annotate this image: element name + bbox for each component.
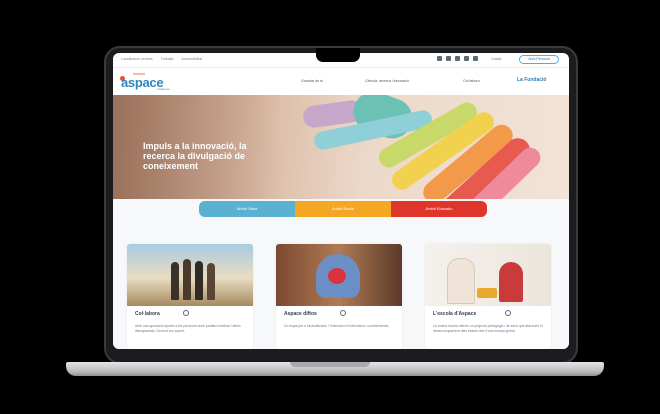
twitter-icon[interactable] [455, 56, 460, 61]
language-selector[interactable]: Català [491, 57, 501, 61]
plus-circle-icon[interactable] [505, 310, 511, 316]
hero-banner: Impuls a la innovació, la recerca la div… [113, 95, 569, 199]
tab-salut[interactable]: Àmbit Salut [199, 201, 295, 217]
tab-educatiu[interactable]: Àmbit Educatiu [391, 201, 487, 217]
card-image-group-photo [127, 244, 253, 306]
laptop-base-notch [290, 362, 370, 367]
plus-circle-icon[interactable] [340, 310, 346, 316]
card-description: La nostra escola ofereix un projecte ped… [433, 324, 543, 333]
card-escola[interactable]: L'escola d'Aspace La nostra escola ofere… [425, 244, 551, 349]
topbar-link-accessibility[interactable]: Accessibilitat [181, 57, 202, 61]
aspace-logo[interactable]: fundació aspace Catalunya [120, 72, 179, 92]
topbar-link-centres[interactable]: Localització centres [121, 57, 153, 61]
topbar-link-work[interactable]: Treballa [161, 57, 174, 61]
facebook-icon[interactable] [446, 56, 451, 61]
personal-area-button[interactable]: Àrea Personal [519, 55, 559, 64]
nav-item-ciencia[interactable]: Ciència, recerca i innovació [365, 79, 409, 83]
hero-title: Impuls a la innovació, la recerca la div… [143, 141, 247, 171]
card-description: Amb una aportació ajudes a les persones … [135, 324, 241, 333]
nav-item-fundacio[interactable]: La Fundació [517, 77, 546, 83]
camera-notch [316, 48, 360, 62]
card-description: Un espai per a l'actualització i l'inter… [284, 324, 390, 328]
card-title: L'escola d'Aspace [433, 311, 477, 317]
browser-screen: Localització centres Treballa Accessibil… [113, 53, 569, 349]
card-title: Col·labora [135, 311, 160, 317]
nav-item-guardar[interactable]: Guardar de tu [301, 79, 323, 83]
card-image-child-heart [276, 244, 402, 306]
card-collabora[interactable]: Col·labora Amb una aportació ajudes a le… [127, 244, 253, 349]
card-title: Aspace diftos [284, 311, 317, 317]
card-aspace-diftos[interactable]: Aspace diftos Un espai per a l'actualitz… [276, 244, 402, 349]
plus-circle-icon[interactable] [183, 310, 189, 316]
tab-social[interactable]: Àmbit Social [295, 201, 391, 217]
nav-item-collabora[interactable]: Col·labora [463, 79, 480, 83]
linkedin-icon[interactable] [473, 56, 478, 61]
logo-sub-text: Catalunya [157, 87, 170, 91]
instagram-icon[interactable] [464, 56, 469, 61]
site-header: fundació aspace Catalunya Guardar de tu … [113, 67, 569, 95]
search-icon[interactable] [437, 56, 442, 61]
card-image-classroom [425, 244, 551, 306]
area-tabs: Àmbit Salut Àmbit Social Àmbit Educatiu [199, 201, 487, 217]
